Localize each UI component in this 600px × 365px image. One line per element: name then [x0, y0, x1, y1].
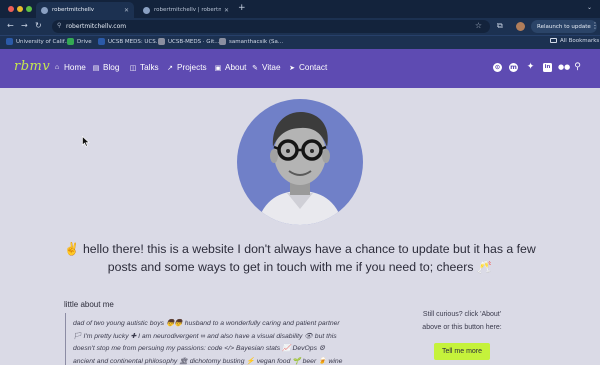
forward-arrow-icon[interactable]: → [21, 21, 28, 30]
maximize-window-button[interactable] [26, 6, 32, 12]
nav-talks[interactable]: ◫ Talks [129, 63, 159, 72]
bookmark-favicon-icon [6, 38, 13, 45]
bookmark-label: UCSB MEDS: UCS... [108, 38, 162, 45]
linkedin-icon[interactable]: in [543, 63, 552, 72]
reload-icon[interactable]: ↻ [35, 21, 42, 30]
tab-close-icon[interactable]: ✕ [224, 7, 229, 14]
bookmark-favicon-icon [158, 38, 165, 45]
tab-close-icon[interactable]: ✕ [124, 7, 129, 14]
bookmark-label: UCSB-MEDS · Git... [168, 38, 220, 45]
tab-favicon-icon [143, 6, 150, 14]
tab-title: robertmitchellv [52, 7, 95, 13]
nav-projects[interactable]: ↗ Projects [166, 63, 207, 72]
nav-label: Home [64, 63, 86, 72]
portrait-illustration [257, 111, 343, 225]
search-icon[interactable]: ⚲ [573, 63, 582, 72]
projects-icon: ↗ [167, 64, 173, 72]
bookmark-favicon-icon [219, 38, 226, 45]
nav-blog[interactable]: ▤ Blog [92, 63, 120, 72]
bookmark-label: samanthacsik (Sa... [229, 38, 284, 45]
flickr-icon[interactable]: ●● [558, 63, 570, 72]
github-icon[interactable]: ⊙ [493, 63, 502, 72]
nav-home[interactable]: ⌂ Home [53, 63, 86, 72]
nav-label: Vitae [262, 63, 281, 72]
all-bookmarks-label: All Bookmarks [560, 38, 600, 44]
folder-icon [550, 38, 557, 43]
about-text: dad of two young autistic boys 👦👦 husban… [73, 318, 373, 365]
about-quote-border [65, 313, 70, 365]
mouse-pointer-icon [82, 136, 90, 147]
bookmarks-bar: University of Calif... Drive UCSB MEDS: … [0, 35, 600, 49]
curious-line: above or this button here: [422, 323, 502, 331]
talks-icon: ◫ [129, 64, 137, 72]
bookmark-item[interactable]: Drive [67, 38, 92, 45]
all-bookmarks-button[interactable]: All Bookmarks [550, 38, 599, 44]
about-heading: little about me [64, 300, 114, 309]
minimize-window-button[interactable] [17, 6, 23, 12]
tab-favicon-icon [41, 6, 48, 14]
bookmark-item[interactable]: UCSB-MEDS · Git... [158, 38, 220, 45]
more-menu-icon[interactable]: ⋮ [591, 21, 599, 30]
chevron-down-icon[interactable]: ⌄ [587, 4, 592, 11]
tell-me-more-button[interactable]: Tell me more [434, 343, 490, 360]
blog-icon: ▤ [92, 64, 100, 72]
about-line: doesn't stop me from persuing my passion… [73, 345, 325, 352]
bookmark-star-icon[interactable]: ☆ [475, 21, 482, 30]
profile-avatar[interactable] [516, 22, 525, 31]
contact-icon: ➤ [289, 64, 295, 72]
site-info-icon[interactable]: ⚲ [57, 22, 61, 29]
nav-label: Blog [103, 63, 120, 72]
url-text: robertmitchellv.com [66, 23, 127, 30]
site-logo[interactable]: rbmv [14, 59, 50, 74]
address-bar[interactable]: ⚲ robertmitchellv.com ☆ [52, 20, 490, 33]
bookmark-label: Drive [77, 38, 92, 45]
greeting-text: ✌ hello there! this is a website I don't… [64, 242, 536, 274]
bookmark-label: University of Calif... [16, 38, 70, 45]
nav-about[interactable]: ▣ About [214, 63, 247, 72]
nav-label: Talks [140, 63, 159, 72]
browser-toolbar: ← → ↻ ⚲ robertmitchellv.com ☆ ⧉ Relaunch… [0, 18, 600, 35]
bookmark-item[interactable]: UCSB MEDS: UCS... [98, 38, 161, 45]
curious-text: Still curious? click 'About' above or th… [410, 309, 514, 334]
extensions-icon[interactable]: ⧉ [497, 21, 503, 31]
nav-label: About [225, 63, 247, 72]
browser-tab-inactive[interactable]: robertmitchellv | robertmitchellv ✕ [138, 2, 234, 18]
nav-vitae[interactable]: ✎ Vitae [251, 63, 281, 72]
mastodon-icon[interactable]: m [509, 63, 518, 72]
nav-label: Contact [299, 63, 328, 72]
bookmark-favicon-icon [98, 38, 105, 45]
about-line: dad of two young autistic boys 👦👦 husban… [73, 320, 340, 327]
bookmark-item[interactable]: University of Calif... [6, 38, 70, 45]
close-window-button[interactable] [8, 6, 14, 12]
browser-tab-bar: robertmitchellv ✕ robertmitchellv | robe… [0, 0, 600, 18]
nav-label: Projects [177, 63, 207, 72]
vitae-icon: ✎ [252, 64, 258, 72]
about-line: ancient and continental philosophy 🏛 dic… [73, 357, 343, 365]
about-line: 🏳 I'm pretty lucky ✚ I am neurodivergent… [73, 332, 337, 340]
bookmark-item[interactable]: samanthacsik (Sa... [219, 38, 283, 45]
tab-title: robertmitchellv | robertmitchellv [154, 7, 221, 13]
nav-contact[interactable]: ➤ Contact [288, 63, 327, 72]
about-icon: ▣ [214, 64, 222, 72]
home-icon: ⌂ [54, 64, 60, 71]
relaunch-button[interactable]: Relaunch to update [531, 20, 597, 33]
profile-portrait [237, 99, 363, 225]
curious-line: Still curious? click 'About' [422, 311, 502, 318]
twitter-icon[interactable]: ✦ [526, 63, 535, 72]
bookmark-favicon-icon [67, 38, 74, 45]
browser-tab-active[interactable]: robertmitchellv ✕ [36, 2, 134, 18]
plus-icon[interactable]: + [238, 3, 246, 13]
site-header: rbmv ⌂ Home ▤ Blog ◫ Talks ↗ Projects ▣ About… [0, 49, 600, 88]
back-arrow-icon[interactable]: ← [7, 21, 14, 30]
